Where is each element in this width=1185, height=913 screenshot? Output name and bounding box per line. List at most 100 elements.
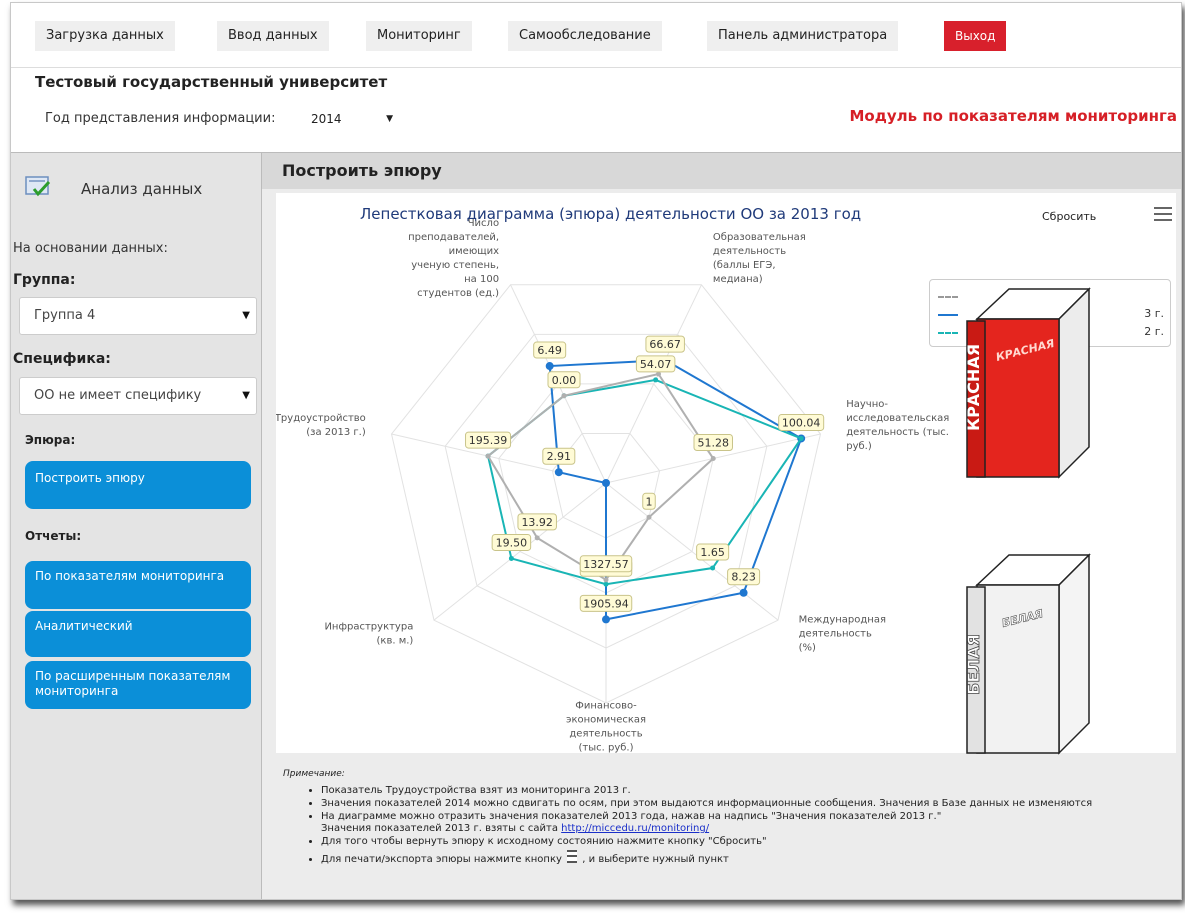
radar-point <box>554 468 563 477</box>
data-label: 13.92 <box>521 516 553 529</box>
radar-point <box>653 377 659 383</box>
axis-label-line: деятельность <box>713 246 786 257</box>
module-title: Модуль по показателям мониторинга <box>849 107 1178 125</box>
radar-axis-line <box>433 482 607 621</box>
report-monitoring-button[interactable]: По показателям мониторинга <box>25 561 251 609</box>
note-text: , и выберите нужный пункт <box>582 854 729 865</box>
radar-point <box>485 453 491 459</box>
radar-grid-ring <box>444 333 768 649</box>
radar-grid-ring <box>390 284 822 704</box>
year-value: 2014 <box>311 112 342 126</box>
axis-label: Научно-исследовательская деятельность (ты… <box>846 399 949 452</box>
data-label: 1518.68 <box>583 562 629 575</box>
data-label-box <box>635 355 676 373</box>
data-label: 1327.57 <box>583 558 629 571</box>
data-label: 8.23 <box>731 571 756 584</box>
year-select[interactable]: 2014 ▼ <box>311 108 393 130</box>
data-label-box <box>579 555 633 573</box>
note-item: Для печати/экспорта эпюры нажмите кнопку… <box>321 849 1173 866</box>
axis-label-line: экономическая <box>566 714 646 725</box>
report-extended-button[interactable]: По расширенным показателям мониторинга <box>25 661 251 709</box>
axis-label-line: медиана) <box>713 274 763 285</box>
axis-label-line: (за 2013 г.) <box>306 427 366 438</box>
radar-point <box>661 356 670 365</box>
axis-label: Международная деятельность (%) <box>799 615 886 654</box>
dropdown-arrow-icon: ▼ <box>242 310 250 321</box>
white-book-image: БЕЛАЯ БЕЛАЯ <box>964 553 1091 755</box>
axis-label-line: (баллы ЕГЭ, <box>713 260 776 271</box>
report-analytical-button[interactable]: Аналитический <box>25 611 251 657</box>
radar-point <box>534 535 540 541</box>
year-label: Год представления информации: <box>45 111 276 126</box>
chart-title: Лепестковая диаграмма (эпюра) деятельнос… <box>360 205 862 223</box>
nav-self-survey[interactable]: Самообследование <box>508 21 662 51</box>
radar-point <box>710 565 716 571</box>
hamburger-menu-icon <box>567 850 578 863</box>
radar-point <box>603 581 609 587</box>
data-label-box <box>491 533 532 551</box>
note-item: Значения показателей 2014 можно сдвигать… <box>321 798 1173 810</box>
radar-series-line <box>486 378 803 586</box>
radar-point <box>508 555 514 561</box>
group-select[interactable]: Группа 4 ▼ <box>19 297 257 335</box>
radar-point <box>602 615 610 624</box>
axis-label: Число преподавателей, имеющих ученую степен… <box>408 218 499 299</box>
data-label-box <box>778 413 825 431</box>
radar-grid-ring <box>498 383 714 594</box>
axis-label-line: имеющих <box>449 246 500 257</box>
axis-label-line: (%) <box>799 643 816 654</box>
radar-point <box>710 456 716 462</box>
data-label-box <box>542 447 576 465</box>
data-label: 2.91 <box>547 450 572 463</box>
note-item: На диаграмме можно отразить значения пок… <box>321 811 1173 835</box>
legend-item-2012: 2 г. <box>1144 325 1164 338</box>
axis-label-line: Трудоустройство <box>276 413 366 424</box>
axis-label-line: (кв. м.) <box>377 636 414 647</box>
axis-label-line: исследовательская <box>846 413 949 424</box>
nav-monitoring[interactable]: Мониторинг <box>366 21 472 51</box>
nav-upload[interactable]: Загрузка данных <box>35 21 175 51</box>
radar-point <box>798 435 804 441</box>
radar-axis-line <box>391 433 607 484</box>
top-nav: Загрузка данных Ввод данных Мониторинг С… <box>11 3 1181 68</box>
radar-point <box>561 393 567 399</box>
data-label: 6.49 <box>537 344 562 357</box>
note-text: Для печати/экспорта эпюры нажмите кнопку <box>321 854 562 865</box>
main-heading-bar: Построить эпюру <box>262 152 1181 189</box>
data-label-box <box>533 341 567 359</box>
build-chart-button[interactable]: Построить эпюру <box>25 461 251 509</box>
exit-button[interactable]: Выход <box>944 21 1007 51</box>
radar-grid-ring <box>551 432 661 539</box>
radar-series-line <box>548 359 803 621</box>
data-label: 195.39 <box>469 434 508 447</box>
nav-admin-panel[interactable]: Панель администратора <box>707 21 899 51</box>
epyura-label: Эпюра: <box>25 433 76 447</box>
group-value: Группа 4 <box>34 308 96 323</box>
radar-axis-line <box>605 482 779 621</box>
legend-marker-blue <box>938 314 958 316</box>
data-label: 54.07 <box>640 358 672 371</box>
app-frame: Загрузка данных Ввод данных Мониторинг С… <box>10 2 1182 900</box>
axis-label-line: студентов (ед.) <box>417 288 499 299</box>
spec-select[interactable]: ОО не имеет специфику ▼ <box>19 377 257 415</box>
analysis-icon <box>25 176 51 197</box>
axis-label-line: преподавателей, <box>408 232 499 243</box>
data-label: 51.28 <box>697 437 729 450</box>
data-label-box <box>517 513 557 531</box>
data-label-box <box>696 543 730 561</box>
nav-data-entry[interactable]: Ввод данных <box>217 21 329 51</box>
radar-axis-line <box>605 284 702 484</box>
axis-label: Образовательная деятельность (баллы ЕГЭ, ме… <box>713 232 806 285</box>
notes-section: Примечание: Показатель Трудоустройства в… <box>283 769 1173 867</box>
axis-label-line: деятельность <box>569 728 642 739</box>
data-label-box <box>547 371 581 389</box>
axis-label: Инфраструктура (кв. м.) <box>324 622 413 647</box>
radar-axis-line <box>605 433 821 484</box>
monitoring-link[interactable]: http://miccedu.ru/monitoring/ <box>561 823 709 834</box>
hamburger-menu-icon[interactable] <box>1154 207 1172 221</box>
data-label: 66.67 <box>649 338 681 351</box>
reports-label: Отчеты: <box>25 529 82 543</box>
reset-button[interactable]: Сбросить <box>1042 210 1096 223</box>
axis-label-line: (тыс. руб.) <box>579 742 634 753</box>
sidebar: Анализ данных На основании данных: Групп… <box>11 152 262 899</box>
